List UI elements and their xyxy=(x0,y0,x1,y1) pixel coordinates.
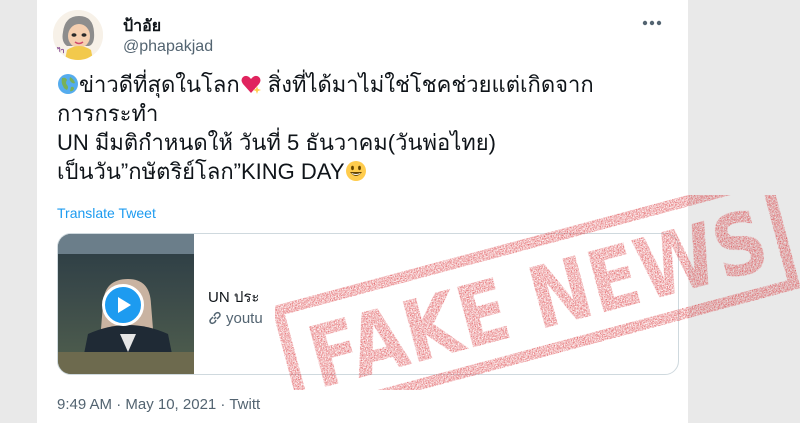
link-card-title[interactable]: UN ประ xyxy=(208,285,259,309)
video-thumbnail[interactable] xyxy=(58,234,194,374)
grinning-face-icon xyxy=(345,160,367,182)
tweet-text: ข่าวดีที่สุดในโลก สิ่งที่ได้มาไม่ใช่โชคช… xyxy=(57,70,677,186)
tweet-text-segment: ข่าวดีที่สุดในโลก xyxy=(79,72,240,97)
tweet-header: ป้า ป้าอัย @phapakjad xyxy=(53,4,673,60)
tweet-text-segment: เป็นวัน”กษัตริย์โลก”KING DAY xyxy=(57,159,345,184)
author-handle[interactable]: @phapakjad xyxy=(123,38,213,56)
tweet-text-line-1: ข่าวดีที่สุดในโลก สิ่งที่ได้มาไม่ใช่โชคช… xyxy=(57,70,677,99)
fake-news-stamp-text: FAKE NEWS xyxy=(298,195,778,390)
translate-tweet-link[interactable]: Translate Tweet xyxy=(57,205,156,221)
author-display-name[interactable]: ป้าอัย xyxy=(123,14,161,39)
globe-americas-icon xyxy=(57,73,79,95)
link-icon xyxy=(208,311,222,325)
tweet-text-segment: สิ่งที่ได้มาไม่ใช่โชคช่วยแต่เกิดจาก xyxy=(261,72,594,97)
sparkling-heart-icon xyxy=(240,73,262,95)
link-card-source[interactable]: youtu xyxy=(208,310,263,327)
link-card-source-text: youtu xyxy=(226,310,263,327)
play-button[interactable] xyxy=(102,284,144,326)
fake-news-stamp: FAKE NEWS xyxy=(271,173,800,422)
svg-text:ป้า: ป้า xyxy=(56,46,64,55)
tweet-text-line-2: การกระทำ xyxy=(57,101,159,126)
tweet-text-line-4: เป็นวัน”กษัตริย์โลก”KING DAY xyxy=(57,157,677,186)
tweet-timestamp[interactable]: 9:49 AM · May 10, 2021 · Twitt xyxy=(57,396,260,413)
avatar[interactable]: ป้า xyxy=(53,10,103,60)
more-options-icon[interactable] xyxy=(641,16,663,28)
tweet-text-line-3: UN มีมติกำหนดให้ วันที่ 5 ธันวาคม(วันพ่อ… xyxy=(57,130,497,155)
